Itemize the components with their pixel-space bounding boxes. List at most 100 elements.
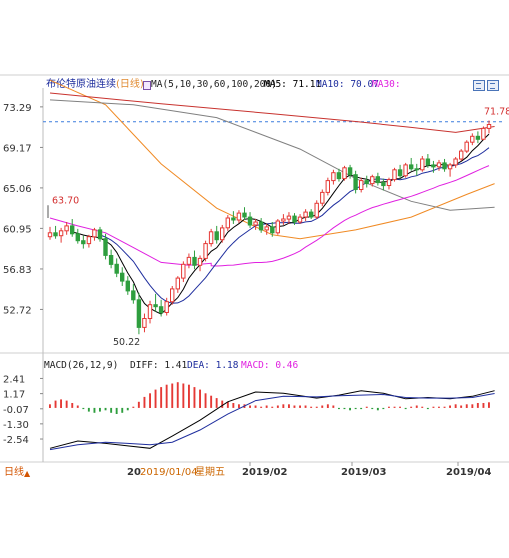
candle (125, 276, 130, 295)
candle-body (86, 236, 92, 245)
candle-body (203, 243, 208, 259)
candle (70, 219, 75, 237)
candle-body (147, 304, 153, 320)
candle (381, 178, 386, 191)
candle-body (142, 318, 147, 328)
candle-body (281, 218, 286, 222)
macd-bar (282, 404, 285, 408)
candle-body (70, 225, 75, 235)
macd-bar (399, 406, 401, 408)
price-tick-label: 65.06 (3, 184, 32, 195)
candle-body (447, 164, 453, 170)
macd-bar (165, 384, 168, 408)
macd-bar (293, 405, 296, 408)
chart-canvas[interactable]: 73.29 69.17 65.06 60.95 56.83 52.72 2.41 1.17 -0… (0, 0, 509, 558)
macd-bar (343, 407, 346, 410)
ma-line-ma200 (49, 92, 495, 133)
candle-body (92, 229, 97, 238)
macd-bar (110, 407, 113, 413)
candle (186, 253, 192, 269)
macd-bar (154, 389, 157, 408)
candle (442, 158, 447, 172)
macd-bar (93, 407, 96, 413)
candle-body (214, 231, 219, 241)
candle-body (47, 232, 53, 238)
candle-body (97, 229, 103, 240)
macd-bar (82, 407, 85, 410)
macd-bar (421, 406, 424, 408)
macd-bar (65, 400, 68, 408)
candle-body (397, 169, 403, 177)
candle-body (320, 191, 325, 204)
macd-bar (171, 383, 174, 408)
high-annotation: 63.70 (52, 195, 79, 206)
macd-bar (393, 406, 396, 408)
macd-bar (315, 406, 318, 408)
candle (120, 267, 125, 286)
candle (114, 258, 119, 278)
candle-body (420, 158, 425, 171)
macd-bar (465, 404, 468, 408)
macd-bar (126, 407, 129, 411)
candle (64, 221, 69, 235)
candle (275, 219, 281, 235)
macd-bar (449, 405, 451, 408)
price-tick-label: 56.83 (3, 265, 32, 276)
candle-body (181, 263, 186, 279)
candle-body (481, 127, 486, 140)
candle (86, 234, 92, 248)
macd-bar (193, 387, 196, 408)
candle (142, 313, 147, 333)
candle-body (108, 255, 114, 265)
macd-bar (49, 404, 51, 408)
candle (331, 169, 336, 185)
macd-bar (238, 404, 240, 408)
candle-body (442, 162, 447, 170)
macd-bar (471, 404, 474, 408)
candle (475, 131, 481, 144)
candle-body (264, 226, 269, 231)
macd-bar (143, 396, 146, 408)
macd-bar (137, 401, 140, 408)
macd-bar (354, 407, 357, 410)
candle (309, 209, 314, 220)
candle (225, 215, 231, 231)
candle-body (153, 304, 158, 308)
macd-bar (176, 382, 179, 408)
macd-bar (276, 405, 279, 408)
macd-bar (349, 407, 351, 411)
macd-bar (260, 406, 263, 408)
candle-body (470, 135, 475, 143)
candle-body (186, 256, 192, 265)
candle (214, 225, 219, 244)
macd-tick-label: 2.41 (3, 374, 25, 385)
macd-bar (299, 405, 301, 408)
ma-line-ma10 (99, 147, 490, 304)
candle (325, 177, 331, 196)
candle (158, 299, 164, 317)
candle-body (242, 212, 247, 218)
macd-bar (104, 407, 107, 411)
candle (153, 293, 158, 312)
candle-body (370, 176, 375, 185)
macd-bar (121, 407, 124, 413)
price-tick-label: 69.17 (3, 143, 32, 154)
candle-body (325, 180, 331, 193)
candle-body (303, 211, 308, 218)
candle-body (220, 227, 225, 241)
candle-body (164, 301, 169, 314)
candle-body (431, 164, 436, 168)
candle-body (197, 257, 203, 266)
candle-body (125, 280, 130, 292)
candle-body (425, 158, 431, 166)
candle-body (375, 176, 381, 184)
candle-body (103, 238, 108, 256)
candle (97, 226, 103, 242)
macd-bar (182, 383, 185, 408)
candle (58, 227, 64, 243)
macd-bar (304, 405, 307, 408)
candle (464, 140, 469, 154)
candle-body (414, 168, 419, 171)
candle-body (486, 124, 492, 129)
macd-bar (376, 407, 379, 411)
